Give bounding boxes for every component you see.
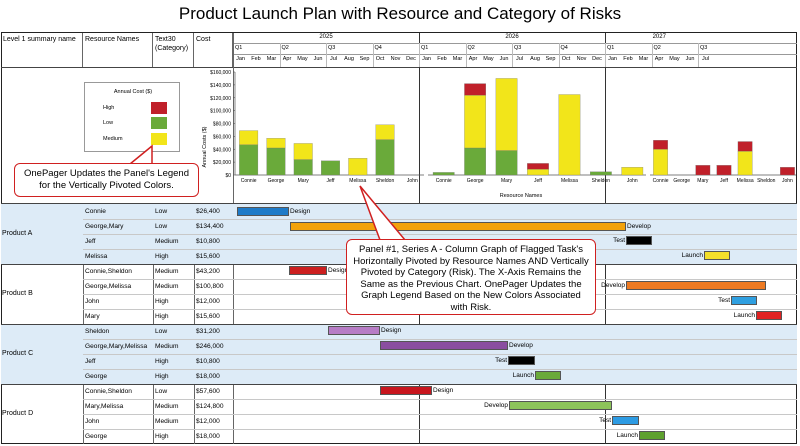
chart-callout-pointer <box>359 185 407 241</box>
legend-callout-pointer <box>127 144 153 165</box>
legend-callout: OnePager Updates the Panel's Legend for … <box>14 163 199 197</box>
callout-pointers <box>127 144 407 241</box>
chart-callout: Panel #1, Series A - Column Graph of Fla… <box>346 239 596 315</box>
